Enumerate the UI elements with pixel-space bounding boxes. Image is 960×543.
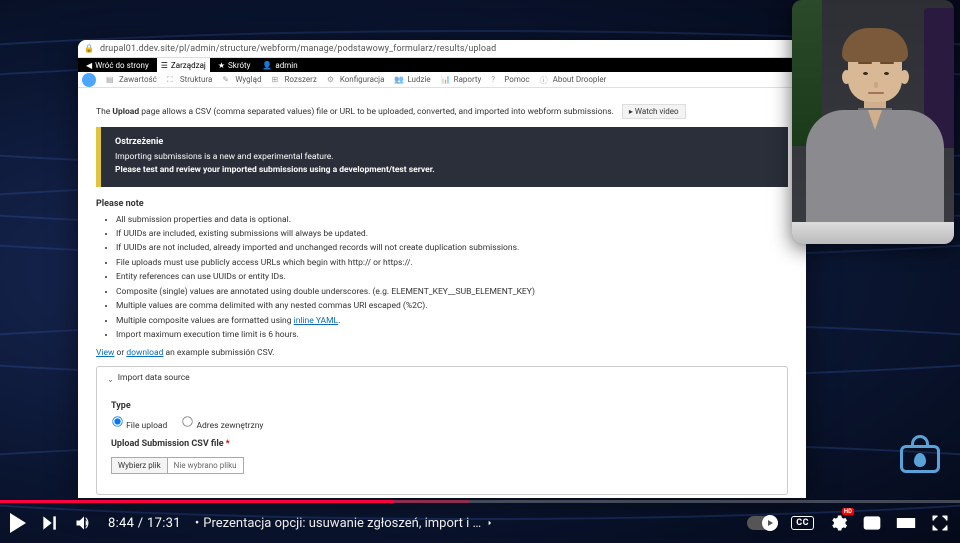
fullscreen-button[interactable] (930, 513, 950, 533)
list-item: Multiple values are comma delimited with… (116, 299, 788, 313)
radio-file-upload[interactable]: File upload (111, 415, 167, 431)
back-to-site-link[interactable]: ◀ Wróć do strony (82, 61, 153, 70)
import-data-source-panel: Import data source Type File upload Adre… (96, 366, 788, 495)
lock-icon: 🔒 (84, 44, 94, 53)
user-menu[interactable]: 👤 admin (258, 61, 301, 70)
notes-section: Please note All submission properties an… (96, 199, 788, 343)
list-item: Multiple composite values are formatted … (116, 314, 788, 328)
menu-config[interactable]: ⚙Konfiguracja (323, 75, 389, 85)
list-item: Entity references can use UUIDs or entit… (116, 270, 788, 284)
browser-url-bar: 🔒 drupal01.ddev.site/pl/admin/structure/… (78, 40, 806, 58)
drupal-logo-icon[interactable] (82, 73, 96, 87)
chevron-right-icon (485, 516, 495, 530)
settings-button[interactable]: HD (828, 513, 848, 533)
presenter-webcam (792, 0, 954, 244)
admin-toolbar-top: ◀ Wróć do strony ☰ Zarządzaj ★ Skróty 👤 … (78, 58, 806, 72)
menu-extend[interactable]: ⊞Rozszerz (267, 75, 320, 85)
inline-yaml-link[interactable]: inline YAML (294, 316, 338, 326)
hd-badge: HD (842, 508, 854, 515)
channel-watermark-icon (900, 439, 940, 473)
warning-box: Ostrzeżenie Importing submissions is a n… (96, 127, 788, 187)
notes-list: All submission properties and data is op… (96, 213, 788, 343)
menu-structure[interactable]: ⛶Struktura (163, 75, 216, 85)
theater-mode-button[interactable] (896, 513, 916, 533)
list-item: If UUIDs are included, existing submissi… (116, 227, 788, 241)
upload-file-label: Upload Submission CSV file* (111, 439, 773, 449)
manage-toggle[interactable]: ☰ Zarządzaj (157, 58, 210, 72)
chapter-title[interactable]: • Prezentacja opcji: usuwanie zgłoszeń, … (195, 516, 495, 531)
details-summary[interactable]: Import data source (97, 367, 787, 389)
warning-title: Ostrzeżenie (115, 137, 774, 147)
type-label: Type (111, 401, 773, 411)
list-item: File uploads must use publicly access UR… (116, 256, 788, 270)
view-link[interactable]: View (96, 348, 114, 358)
admin-menu: ▤Zawartość ⛶Struktura ✎Wygląd ⊞Rozszerz … (78, 72, 806, 88)
subtitles-button[interactable]: CC (791, 516, 814, 530)
page-description: The Upload page allows a CSV (comma sepa… (96, 104, 788, 119)
video-controls: 8:44 / 17:31 • Prezentacja opcji: usuwan… (0, 503, 960, 543)
drupal-admin-window: 🔒 drupal01.ddev.site/pl/admin/structure/… (78, 40, 806, 498)
watch-video-button[interactable]: ▸ Watch video (622, 104, 686, 119)
notes-heading: Please note (96, 199, 788, 209)
url-text: drupal01.ddev.site/pl/admin/structure/we… (100, 44, 496, 54)
download-link[interactable]: download (126, 348, 163, 358)
shortcuts-link[interactable]: ★ Skróty (214, 61, 255, 70)
list-item: If UUIDs are not included, already impor… (116, 241, 788, 255)
view-download-line: View or download an example submissión C… (96, 348, 788, 358)
volume-button[interactable] (74, 513, 94, 533)
list-item: All submission properties and data is op… (116, 213, 788, 227)
menu-about-droopler[interactable]: ⓘAbout Droopler (536, 75, 611, 85)
list-item: Import maximum execution time limit is 6… (116, 328, 788, 342)
file-chooser[interactable]: Wybierz plik Nie wybrano pliku (111, 457, 244, 474)
menu-appearance[interactable]: ✎Wygląd (218, 75, 265, 85)
play-button[interactable] (10, 513, 26, 533)
menu-content[interactable]: ▤Zawartość (102, 75, 161, 85)
autoplay-toggle[interactable] (747, 516, 777, 530)
time-display: 8:44 / 17:31 (108, 516, 181, 531)
menu-people[interactable]: 👥Ludzie (390, 75, 434, 85)
next-button[interactable] (40, 513, 60, 533)
miniplayer-button[interactable] (862, 513, 882, 533)
radio-external-address[interactable]: Adres zewnętrzny (181, 415, 263, 431)
menu-reports[interactable]: 📊Raporty (437, 75, 486, 85)
menu-help[interactable]: ?Pomoc (487, 75, 533, 85)
page-content: The Upload page allows a CSV (comma sepa… (78, 88, 806, 495)
list-item: Composite (single) values are annotated … (116, 285, 788, 299)
